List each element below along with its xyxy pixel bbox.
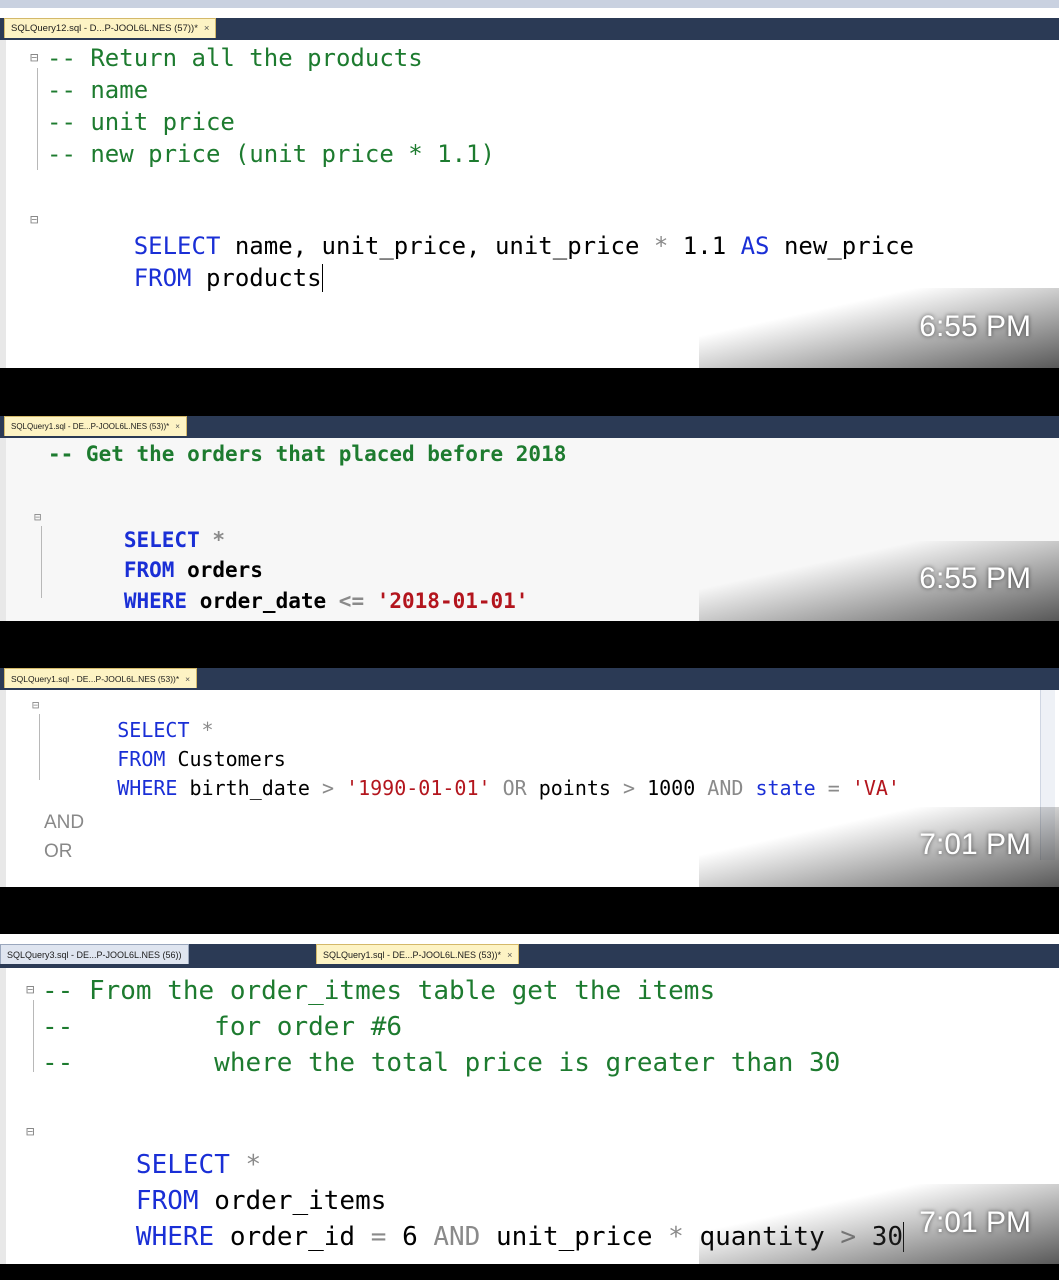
collapse-icon[interactable]: ⊟ bbox=[30, 50, 38, 66]
keyword-or: OR bbox=[490, 776, 527, 800]
tab-sqlquery1[interactable]: SQLQuery1.sql - DE...P-JOOL6L.NES (53))*… bbox=[4, 416, 187, 436]
keyword-from: FROM bbox=[133, 264, 192, 292]
note-or: OR bbox=[44, 841, 73, 862]
tab-bar: SQLQuery12.sql - D...P-JOOL6L.NES (57))*… bbox=[0, 18, 1059, 40]
column-name: order_date bbox=[187, 589, 327, 613]
where-line: WHERE order_date <= '2018-01-01' bbox=[48, 565, 529, 621]
column-name: order_id bbox=[214, 1222, 356, 1252]
string-literal: 'VA' bbox=[851, 776, 900, 800]
comment-line: -- name bbox=[47, 76, 149, 104]
close-icon[interactable]: × bbox=[507, 950, 512, 960]
timestamp: 7:01 PM bbox=[919, 828, 1031, 861]
collapse-icon[interactable]: ⊟ bbox=[32, 698, 39, 712]
screenshot-panel-3: SQLQuery1.sql - DE...P-JOOL6L.NES (53))*… bbox=[0, 668, 1059, 887]
comment-line: -- new price (unit price * 1.1) bbox=[47, 140, 495, 168]
window-top-strip bbox=[0, 0, 1059, 8]
from-line: FROM products bbox=[47, 236, 323, 320]
collapse-icon[interactable]: ⊟ bbox=[26, 982, 34, 998]
comment-line: -- Get the orders that placed before 201… bbox=[48, 442, 567, 466]
comment-line: -- Return all the products bbox=[47, 44, 423, 72]
tab-bar: SQLQuery1.sql - DE...P-JOOL6L.NES (53))*… bbox=[0, 668, 1059, 690]
column-name: birth_date bbox=[177, 776, 310, 800]
column-name: unit_price bbox=[480, 1222, 653, 1252]
editor-gutter bbox=[0, 690, 6, 887]
collapse-icon[interactable]: ⊟ bbox=[26, 1124, 34, 1140]
comment-line: -- for order #6 bbox=[42, 1012, 403, 1042]
tab-title: SQLQuery3.sql - DE...P-JOOL6L.NES (56)) bbox=[7, 950, 182, 960]
close-icon[interactable]: × bbox=[185, 674, 190, 684]
screenshot-panel-4: SQLQuery3.sql - DE...P-JOOL6L.NES (56)) … bbox=[0, 934, 1059, 1264]
keyword-where: WHERE bbox=[135, 1222, 215, 1252]
collapse-icon[interactable]: ⊟ bbox=[34, 510, 41, 524]
operator: <= bbox=[326, 589, 377, 613]
tab-title: SQLQuery1.sql - DE...P-JOOL6L.NES (53))* bbox=[11, 422, 170, 431]
tab-bar: SQLQuery1.sql - DE...P-JOOL6L.NES (53))*… bbox=[0, 416, 1059, 438]
keyword-as: AS bbox=[726, 232, 770, 260]
tab-bar: SQLQuery3.sql - DE...P-JOOL6L.NES (56)) … bbox=[0, 944, 1059, 968]
close-icon[interactable]: × bbox=[175, 422, 180, 431]
collapse-icon[interactable]: ⊟ bbox=[30, 212, 38, 228]
string-literal: '1990-01-01' bbox=[346, 776, 491, 800]
string-literal: '2018-01-01' bbox=[376, 589, 529, 613]
comment-line: -- where the total price is greater than… bbox=[42, 1048, 841, 1078]
tab-title: SQLQuery1.sql - DE...P-JOOL6L.NES (53))* bbox=[323, 950, 502, 960]
timestamp: 6:55 PM bbox=[919, 310, 1031, 343]
keyword-and: AND bbox=[695, 776, 744, 800]
timestamp: 6:55 PM bbox=[919, 562, 1031, 595]
tab-title: SQLQuery12.sql - D...P-JOOL6L.NES (57))* bbox=[11, 23, 198, 34]
outline-bar bbox=[39, 714, 40, 780]
keyword-and: AND bbox=[417, 1222, 481, 1252]
operator: > bbox=[610, 776, 648, 800]
comment-line: -- From the order_itmes table get the it… bbox=[42, 976, 716, 1006]
tab-title: SQLQuery1.sql - DE...P-JOOL6L.NES (53))* bbox=[11, 674, 180, 684]
tab-sqlquery1[interactable]: SQLQuery1.sql - DE...P-JOOL6L.NES (53))*… bbox=[316, 944, 520, 964]
editor-gutter bbox=[0, 40, 6, 368]
screenshot-panel-1: SQLQuery12.sql - D...P-JOOL6L.NES (57))*… bbox=[0, 0, 1059, 368]
operator: = bbox=[815, 776, 852, 800]
close-icon[interactable]: × bbox=[204, 23, 210, 34]
outline-bar bbox=[33, 1000, 34, 1072]
keyword-where: WHERE bbox=[123, 589, 188, 613]
operator: > bbox=[309, 776, 347, 800]
number: 1.1 bbox=[682, 232, 727, 260]
tab-sqlquery1[interactable]: SQLQuery1.sql - DE...P-JOOL6L.NES (53))*… bbox=[4, 668, 198, 688]
comment-line: -- unit price bbox=[47, 108, 235, 136]
number: 1000 bbox=[647, 776, 696, 800]
operator: * bbox=[639, 232, 683, 260]
column-name: state bbox=[743, 776, 816, 800]
editor-gutter bbox=[0, 968, 6, 1264]
number: 6 bbox=[402, 1222, 418, 1252]
table-name: products bbox=[191, 264, 323, 292]
outline-bar bbox=[37, 68, 38, 170]
operator: * bbox=[652, 1222, 700, 1252]
column-name: points bbox=[526, 776, 611, 800]
note-and: AND bbox=[44, 812, 85, 833]
outline-bar bbox=[41, 526, 42, 598]
screenshot-panel-2: SQLQuery1.sql - DE...P-JOOL6L.NES (53))*… bbox=[0, 416, 1059, 621]
tab-sqlquery12[interactable]: SQLQuery12.sql - D...P-JOOL6L.NES (57))*… bbox=[4, 18, 217, 38]
editor-gutter bbox=[0, 438, 6, 621]
alias: new_price bbox=[769, 232, 915, 260]
timestamp: 7:01 PM bbox=[919, 1206, 1031, 1239]
keyword-where: WHERE bbox=[117, 776, 178, 800]
tab-sqlquery3[interactable]: SQLQuery3.sql - DE...P-JOOL6L.NES (56)) bbox=[0, 944, 189, 964]
operator: = bbox=[355, 1222, 403, 1252]
